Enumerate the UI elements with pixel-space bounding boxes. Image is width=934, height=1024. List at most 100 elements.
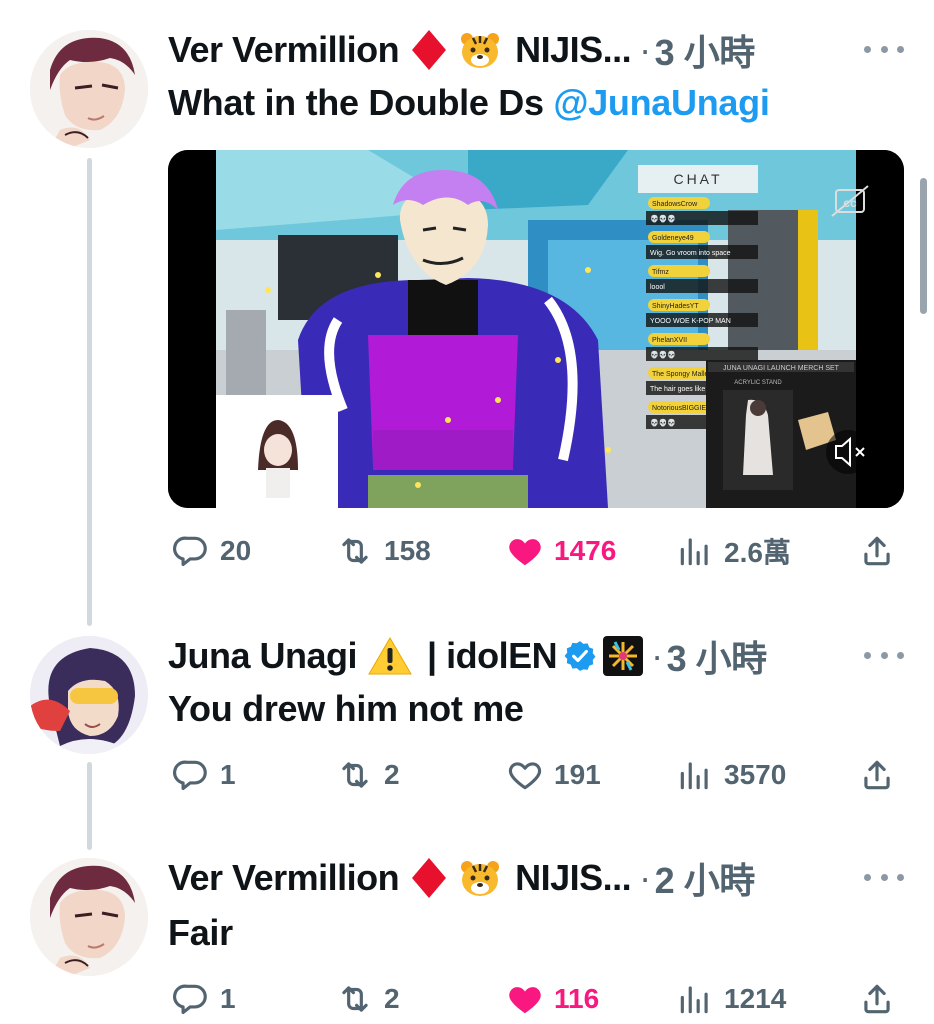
separator-dot: · <box>651 635 663 676</box>
video-thumbnail[interactable]: CHAT ShadowsCrow 💀💀💀 Goldeneye49 Wig. Go vr… <box>168 150 904 508</box>
heart-filled-icon <box>509 987 541 1014</box>
reply-count: 1 <box>220 759 236 790</box>
reply-button[interactable]: 1 <box>172 752 236 798</box>
retweet-button[interactable]: 2 <box>336 976 400 1022</box>
chat-message: YOOO WOE K-POP MAN <box>650 318 731 325</box>
more-options-icon[interactable] <box>864 640 904 670</box>
red-diamond-icon <box>409 28 449 72</box>
tweet-actions: 1 2 191 3570 <box>168 752 900 798</box>
tweet-body: Fair <box>168 912 233 953</box>
chat-username: The Spongy Mallet <box>652 371 710 378</box>
merch-title: JUNA UNAGI LAUNCH MERCH SET <box>723 365 840 372</box>
chat-username: ShinyHadesYT <box>652 303 699 310</box>
share-button[interactable] <box>858 752 906 798</box>
retweet-count: 158 <box>384 535 431 566</box>
more-options-icon[interactable] <box>864 34 904 64</box>
share-button[interactable] <box>858 976 906 1022</box>
tweet-body: You drew him not me <box>168 688 524 729</box>
tiger-icon <box>459 858 501 898</box>
warning-icon <box>367 635 413 677</box>
like-button[interactable]: 1476 <box>506 528 616 574</box>
more-options-icon[interactable] <box>864 862 904 892</box>
retweet-count: 2 <box>384 983 400 1014</box>
chat-header: CHAT <box>673 171 722 187</box>
author-affiliation: | idolEN <box>427 635 558 676</box>
views-button[interactable]: 2.6萬 <box>676 528 791 574</box>
chat-message: 💀💀💀 <box>650 214 676 223</box>
timestamp[interactable]: 3 小時 <box>655 24 756 76</box>
retweet-button[interactable]: 158 <box>336 528 431 574</box>
mention-link[interactable]: @JunaUnagi <box>553 82 769 123</box>
tweet-body: What in the Double Ds <box>168 82 554 123</box>
avatar[interactable] <box>30 30 148 148</box>
share-icon <box>864 984 890 1014</box>
chat-message: Wig. Go vroom into space <box>650 250 731 257</box>
chat-message: The hair goes like <box>650 386 705 393</box>
views-icon <box>680 538 708 566</box>
heart-filled-icon <box>509 539 541 566</box>
timestamp[interactable]: 3 小時 <box>667 630 768 682</box>
reply-button[interactable]: 20 <box>172 528 251 574</box>
reply-icon <box>173 760 207 791</box>
author-name[interactable]: Ver Vermillion <box>168 857 400 899</box>
chat-username: PhelanXVII <box>652 337 687 344</box>
reply-button[interactable]: 1 <box>172 976 236 1022</box>
avatar[interactable] <box>30 858 148 976</box>
like-count: 1476 <box>554 535 617 566</box>
merch-subtitle: ACRYLIC STAND <box>734 380 782 386</box>
idol-logo-icon <box>603 636 644 676</box>
reply-count: 20 <box>220 535 252 566</box>
views-button[interactable]: 1214 <box>676 976 786 1022</box>
author-name[interactable]: Ver Vermillion <box>168 29 400 71</box>
thread-connector <box>87 158 92 626</box>
views-icon <box>680 762 708 790</box>
views-icon <box>680 986 708 1014</box>
retweet-button[interactable]: 2 <box>336 752 400 798</box>
like-button[interactable]: 116 <box>506 976 599 1022</box>
like-count: 191 <box>554 759 601 790</box>
reply-icon <box>173 984 207 1015</box>
reply-count: 1 <box>220 983 236 1014</box>
tweet-header: Ver Vermillion NIJIS... · 3 小時 <box>168 28 755 73</box>
chat-username: ShadowsCrow <box>652 201 698 208</box>
tweet-actions: 1 2 116 1214 <box>168 976 900 1022</box>
scrollbar[interactable] <box>920 178 927 314</box>
heart-outline-icon <box>508 762 542 790</box>
thread-connector <box>87 762 92 850</box>
share-icon <box>864 536 890 566</box>
chat-message: loool <box>650 284 665 291</box>
separator-dot: · <box>639 29 651 70</box>
separator-dot: · <box>639 857 651 898</box>
mute-icon[interactable] <box>826 430 870 474</box>
chat-username: Tifmz <box>652 269 669 276</box>
retweet-icon <box>342 762 368 788</box>
reply-icon <box>173 536 207 567</box>
author-affiliation: NIJIS... <box>515 29 632 70</box>
author-name[interactable]: Juna Unagi <box>168 635 358 677</box>
tweet-text: You drew him not me <box>168 688 524 730</box>
chat-message: 💀💀💀 <box>650 418 676 427</box>
chat-username: Goldeneye49 <box>652 235 694 242</box>
author-affiliation: NIJIS... <box>515 857 632 898</box>
tweet-text: What in the Double Ds @JunaUnagi <box>168 82 770 124</box>
avatar[interactable] <box>30 636 148 754</box>
view-count: 3570 <box>724 759 787 790</box>
views-button[interactable]: 3570 <box>676 752 786 798</box>
chat-message: 💀💀💀 <box>650 350 676 359</box>
tweet-actions: 20 158 1476 2.6萬 <box>168 528 900 574</box>
retweet-icon <box>342 538 368 564</box>
timestamp[interactable]: 2 小時 <box>655 852 756 904</box>
like-button[interactable]: 191 <box>506 752 601 798</box>
chat-username: NotoriousBIGGIE <box>652 405 706 412</box>
red-diamond-icon <box>409 856 449 900</box>
tweet-header: Ver Vermillion NIJIS... · 2 小時 <box>168 856 755 901</box>
retweet-count: 2 <box>384 759 400 790</box>
share-icon <box>864 760 890 790</box>
tiger-icon <box>459 30 501 70</box>
verified-badge-icon <box>563 639 597 673</box>
share-button[interactable] <box>858 528 906 574</box>
like-count: 116 <box>554 983 600 1014</box>
tweet-header: Juna Unagi | idolEN · 3 小時 <box>168 634 767 679</box>
view-count: 1214 <box>724 983 787 1014</box>
tweet-text: Fair <box>168 912 233 954</box>
